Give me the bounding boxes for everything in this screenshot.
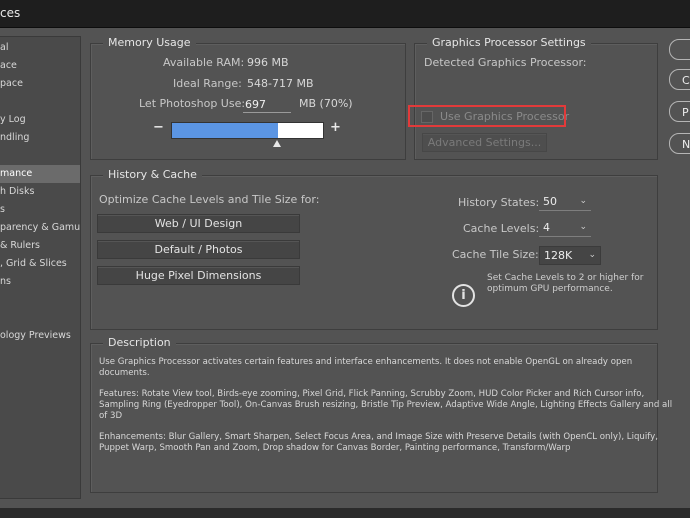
bottom-edge <box>0 508 690 518</box>
prev-button[interactable]: P <box>669 101 690 122</box>
sidebar-item-general[interactable]: al <box>0 39 80 57</box>
description-text-line: Use Graphics Processor activates certain… <box>99 357 633 367</box>
let-photoshop-use-label: Let Photoshop Use: <box>139 97 246 110</box>
sidebar-item-plugins[interactable]: ns <box>0 273 80 291</box>
memory-usage-legend: Memory Usage <box>103 36 196 50</box>
huge-pixel-dimensions-button[interactable]: Huge Pixel Dimensions <box>97 266 300 285</box>
sidebar-item-interface[interactable]: ace <box>0 57 80 75</box>
memory-amount-input[interactable]: 697 <box>243 97 291 113</box>
info-icon: i <box>452 284 475 307</box>
description-text-line: Sampling Ring (Eyedropper Tool), On-Canv… <box>99 400 673 410</box>
sidebar-item-cursors[interactable]: s <box>0 201 80 219</box>
plus-icon: + <box>330 120 341 135</box>
detected-gpu-label: Detected Graphics Processor: <box>424 56 587 69</box>
title-bar: ces <box>0 0 690 28</box>
description-text-line: Features: Rotate View tool, Birds-eye zo… <box>99 389 645 399</box>
sidebar-item-guides-grid-slices[interactable]: , Grid & Slices <box>0 255 80 273</box>
cache-tile-size-select[interactable]: 128K ⌄ <box>539 246 601 265</box>
available-ram-value: 996 MB <box>247 56 289 69</box>
sidebar-item-scratch-disks[interactable]: h Disks <box>0 183 80 201</box>
description-text-line: Enhancements: Blur Gallery, Smart Sharpe… <box>99 432 658 442</box>
memory-percent-label: MB (70%) <box>299 97 353 110</box>
chevron-down-icon: ⌄ <box>579 196 587 206</box>
default-photos-button[interactable]: Default / Photos <box>97 240 300 259</box>
cache-note-line2: optimum GPU performance. <box>487 284 613 294</box>
cache-levels-label: Cache Levels: <box>463 222 540 235</box>
chevron-down-icon: ⌄ <box>588 250 596 260</box>
sidebar-item-file-handling[interactable]: ndling <box>0 129 80 147</box>
sidebar-item-workspace[interactable]: pace <box>0 75 80 93</box>
sidebar-item-history-log[interactable]: y Log <box>0 111 80 129</box>
ok-button[interactable] <box>669 39 690 60</box>
description-text-line: Puppet Warp, Smooth Pan and Zoom, Drop s… <box>99 443 571 453</box>
preferences-sidebar: al ace pace y Log ndling mance h Disks s… <box>0 36 81 499</box>
sidebar-item-export[interactable] <box>0 147 80 165</box>
highlight-annotation-box <box>408 105 566 127</box>
cache-levels-select[interactable]: 4 ⌄ <box>539 219 591 237</box>
description-legend: Description <box>103 336 176 350</box>
sidebar-item-technology-previews[interactable]: ology Previews <box>0 327 80 345</box>
description-text-line: documents. <box>99 368 150 378</box>
cancel-button[interactable]: C <box>669 69 690 90</box>
ideal-range-value: 548-717 MB <box>247 77 314 90</box>
window-title: ces <box>0 6 21 20</box>
chevron-down-icon: ⌄ <box>579 222 587 232</box>
description-text-line: of 3D <box>99 411 123 421</box>
graphics-processor-legend: Graphics Processor Settings <box>427 36 591 50</box>
sidebar-item-performance[interactable]: mance <box>0 165 80 183</box>
memory-slider-thumb[interactable] <box>273 140 281 147</box>
memory-slider-fill <box>172 123 278 138</box>
web-ui-design-button[interactable]: Web / UI Design <box>97 214 300 233</box>
ideal-range-label: Ideal Range: <box>173 77 242 90</box>
sidebar-item-tools[interactable] <box>0 93 80 111</box>
available-ram-label: Available RAM: <box>163 56 245 69</box>
history-cache-legend: History & Cache <box>103 168 202 182</box>
sidebar-item-type[interactable] <box>0 291 80 309</box>
memory-slider[interactable] <box>171 122 324 139</box>
minus-icon: − <box>153 120 164 135</box>
next-button[interactable]: N <box>669 133 690 154</box>
cache-note-line1: Set Cache Levels to 2 or higher for <box>487 273 644 283</box>
history-states-label: History States: <box>458 196 540 209</box>
optimize-cache-label: Optimize Cache Levels and Tile Size for: <box>99 193 320 206</box>
advanced-settings-button[interactable]: Advanced Settings... <box>422 133 547 152</box>
history-states-select[interactable]: 50 ⌄ <box>539 193 591 211</box>
sidebar-item-transparency-gamut[interactable]: parency & Gamut <box>0 219 80 237</box>
cache-tile-size-label: Cache Tile Size: <box>452 248 539 261</box>
sidebar-item-units-rulers[interactable]: & Rulers <box>0 237 80 255</box>
